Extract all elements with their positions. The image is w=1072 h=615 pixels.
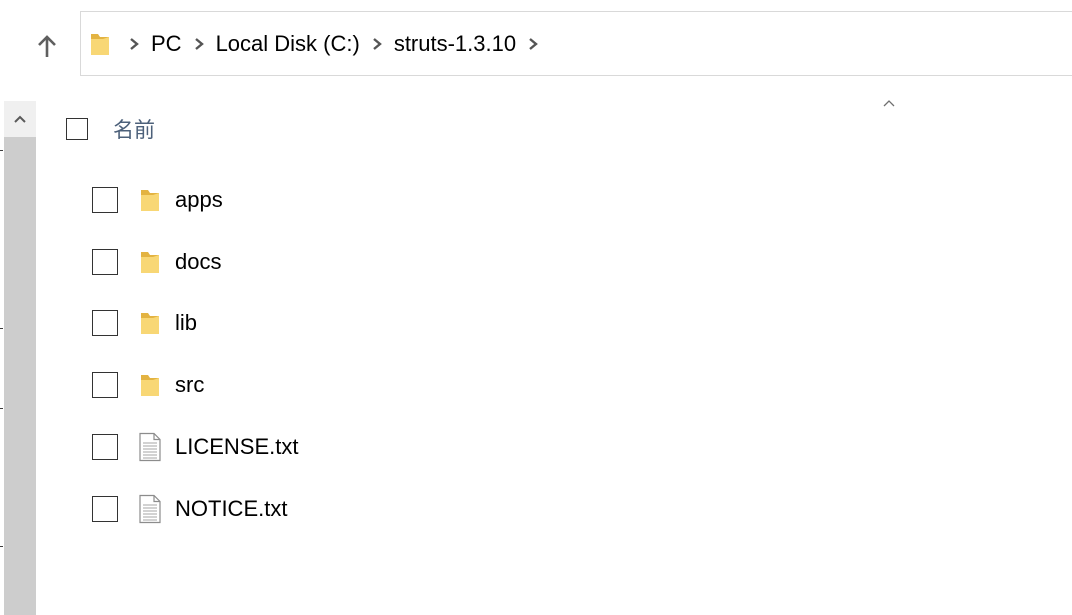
file-name: lib xyxy=(175,310,198,336)
folder-icon xyxy=(89,30,111,58)
column-header-name[interactable]: 名前 xyxy=(113,114,155,144)
row-checkbox[interactable] xyxy=(92,310,118,337)
chevron-up-icon xyxy=(14,115,26,123)
file-name: src xyxy=(175,372,205,398)
folder-icon xyxy=(138,247,162,277)
row-checkbox[interactable] xyxy=(92,434,118,461)
folder-icon xyxy=(138,185,162,215)
navigation-pane-scrollbar[interactable] xyxy=(4,101,36,615)
file-name: docs xyxy=(175,248,222,274)
file-name: LICENSE.txt xyxy=(175,434,299,460)
file-row-src[interactable]: src xyxy=(92,354,992,416)
up-button[interactable] xyxy=(30,28,64,64)
file-name: apps xyxy=(175,186,223,212)
breadcrumb-separator[interactable] xyxy=(192,34,206,54)
text-file-icon xyxy=(138,494,162,524)
column-header: 名前 xyxy=(66,112,1056,146)
row-checkbox[interactable] xyxy=(92,495,118,522)
row-checkbox[interactable] xyxy=(92,248,118,275)
file-list: apps docs lib src LICENSE.txt NOTICE.txt xyxy=(92,169,992,540)
chevron-right-icon xyxy=(194,37,204,50)
scroll-up-button[interactable] xyxy=(4,101,36,137)
row-checkbox[interactable] xyxy=(92,372,118,399)
scrollbar-thumb[interactable] xyxy=(4,137,36,615)
arrow-up-icon xyxy=(38,35,56,57)
breadcrumb-separator[interactable] xyxy=(370,34,384,54)
breadcrumb-pc[interactable]: PC xyxy=(147,31,186,57)
breadcrumb-struts[interactable]: struts-1.3.10 xyxy=(390,31,520,57)
chevron-right-icon xyxy=(373,37,382,50)
chevron-right-icon xyxy=(529,37,538,50)
sort-indicator xyxy=(880,96,898,110)
select-all-checkbox[interactable] xyxy=(66,118,88,140)
file-row-docs[interactable]: docs xyxy=(92,231,992,293)
chevron-right-icon xyxy=(130,37,139,50)
folder-icon xyxy=(138,370,162,400)
file-row-lib[interactable]: lib xyxy=(92,293,992,355)
file-row-license[interactable]: LICENSE.txt xyxy=(92,416,992,478)
breadcrumb-separator[interactable] xyxy=(127,34,141,54)
row-checkbox[interactable] xyxy=(92,186,118,213)
file-name: NOTICE.txt xyxy=(175,495,288,521)
folder-icon xyxy=(138,308,162,338)
breadcrumb-local-disk[interactable]: Local Disk (C:) xyxy=(212,31,364,57)
file-row-apps[interactable]: apps xyxy=(92,169,992,231)
address-bar[interactable]: PC Local Disk (C:) struts-1.3.10 xyxy=(80,11,1072,76)
text-file-icon xyxy=(138,432,162,462)
file-row-notice[interactable]: NOTICE.txt xyxy=(92,478,992,540)
breadcrumb-separator[interactable] xyxy=(526,34,540,54)
chevron-up-icon xyxy=(883,100,895,107)
